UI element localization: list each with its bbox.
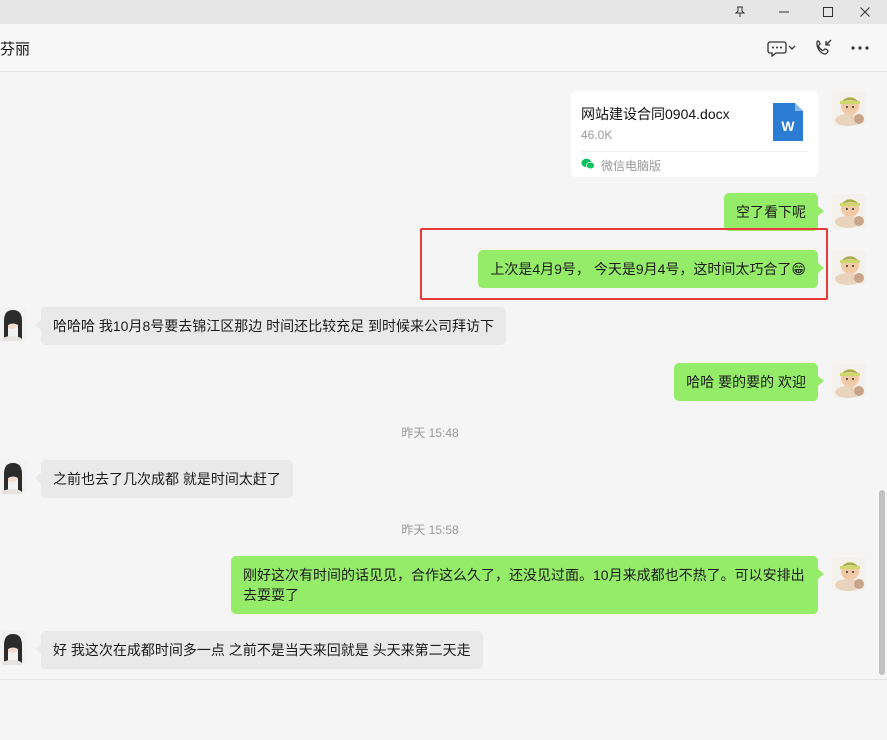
my-message-bubble[interactable]: 哈哈 要的要的 欢迎 [674,363,824,401]
message-text: 哈哈哈 我10月8号要去锦江区那边 时间还比较充足 到时候来公司拜访下 [53,318,495,334]
my-avatar[interactable] [832,364,866,398]
chat-message-list[interactable]: 网站建设合同0904.docx 46.0K W 微信电脑版 空了看下呢 上次是4… [0,73,887,679]
message-text: 空了看下呢 [736,204,806,220]
timestamp-divider: 昨天 15:58 [401,523,459,537]
chat-scrollbar-thumb[interactable] [879,490,885,675]
my-avatar[interactable] [832,557,866,591]
contact-avatar[interactable] [0,631,27,665]
pin-icon[interactable] [718,0,762,24]
file-card-divider [581,151,808,152]
message-text: 刚好这次有时间的话见见，合作这么久了，还没见过面。10月来成都也不热了。可以安排… [243,567,805,603]
my-message-bubble[interactable]: 空了看下呢 [724,193,824,231]
contact-message-bubble[interactable]: 哈哈哈 我10月8号要去锦江区那边 时间还比较充足 到时候来公司拜访下 [34,307,507,345]
my-message-bubble-highlighted[interactable]: 上次是4月9号， 今天是9月4号，这时间太巧合了😁 [478,250,824,288]
contact-message-bubble[interactable]: 之前也去了几次成都 就是时间太赶了 [35,460,293,498]
file-message-card[interactable]: 网站建设合同0904.docx 46.0K W 微信电脑版 [571,91,818,177]
more-icon[interactable] [848,36,872,60]
my-message-bubble[interactable]: 刚好这次有时间的话见见，合作这么久了，还没见过面。10月来成都也不热了。可以安排… [231,556,824,614]
contact-avatar[interactable] [0,460,27,494]
chat-bubble-icon[interactable] [764,36,800,60]
message-text: 之前也去了几次成都 就是时间太赶了 [53,471,281,487]
file-size: 46.0K [581,128,613,142]
message-text: 上次是4月9号， 今天是9月4号，这时间太巧合了😁 [490,261,806,277]
file-source-label: 微信电脑版 [601,159,662,173]
timestamp-divider: 昨天 15:48 [401,426,459,440]
message-text: 好 我这次在成都时间多一点 之前不是当天来回就是 头天来第二天走 [53,642,471,658]
contact-avatar[interactable] [0,307,27,341]
close-icon[interactable] [843,0,887,24]
file-name: 网站建设合同0904.docx [581,106,730,122]
message-input-area[interactable] [0,679,887,740]
chat-header: 芬丽 [0,24,887,72]
my-avatar[interactable] [832,251,866,285]
my-avatar[interactable] [832,194,866,228]
word-icon-letter: W [781,118,795,134]
chat-title: 芬丽 [0,41,31,58]
word-document-icon: W [771,101,805,148]
minimize-icon[interactable] [762,0,806,24]
phone-call-icon[interactable] [812,36,836,60]
my-avatar[interactable] [832,92,866,126]
message-text: 哈哈 要的要的 欢迎 [686,374,806,390]
wechat-icon [581,157,595,175]
contact-message-bubble[interactable]: 好 我这次在成都时间多一点 之前不是当天来回就是 头天来第二天走 [35,631,483,669]
window-titlebar [0,0,887,24]
